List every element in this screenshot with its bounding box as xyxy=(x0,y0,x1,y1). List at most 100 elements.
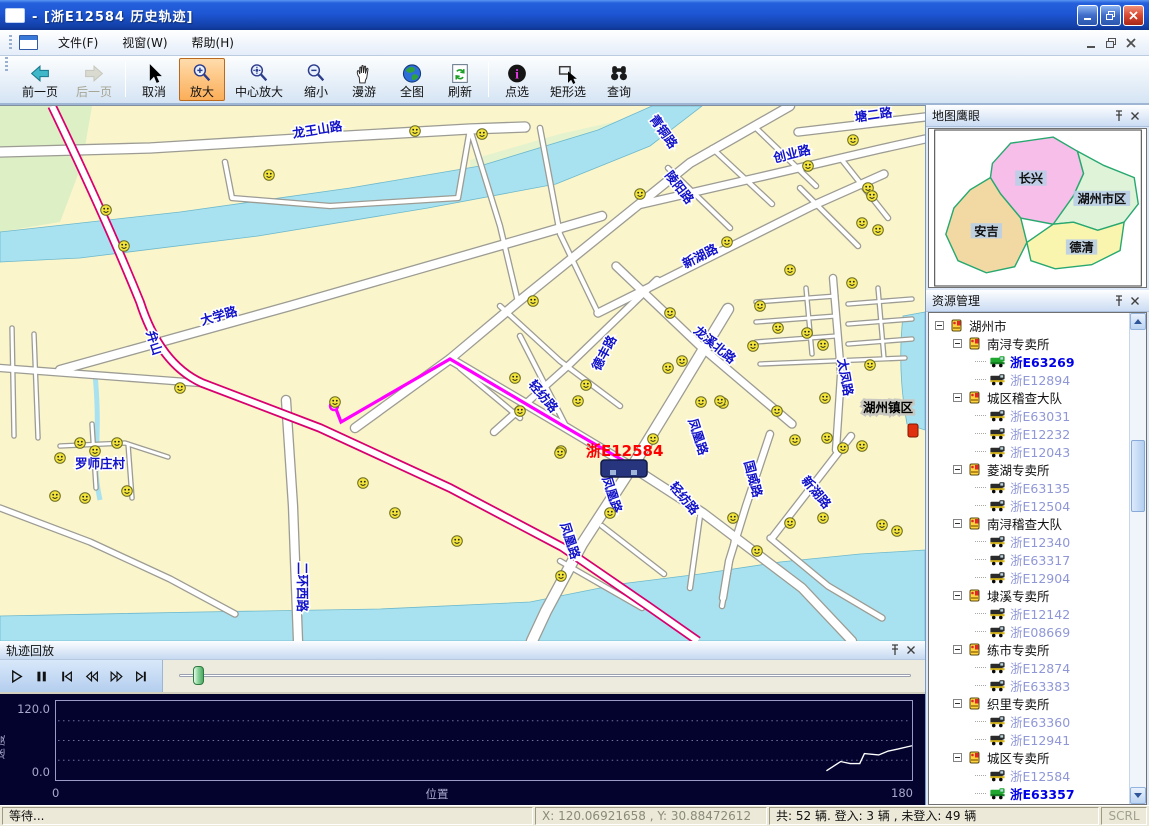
tree-item-浙E12340[interactable]: 浙E12340 xyxy=(933,532,1129,550)
playback-slider[interactable] xyxy=(163,660,925,692)
tree-item-织里专卖所[interactable]: 织里专卖所 xyxy=(933,694,1129,712)
vehicle-marker-icon[interactable] xyxy=(358,478,369,489)
vehicle-marker-icon[interactable] xyxy=(122,486,133,497)
vehicle-marker-icon[interactable] xyxy=(873,225,884,236)
vehicle-marker-icon[interactable] xyxy=(75,438,86,449)
tree-item-南浔稽查大队[interactable]: 南浔稽查大队 xyxy=(933,514,1129,532)
scroll-up-button[interactable] xyxy=(1130,313,1146,330)
tree-collapse-toggle[interactable] xyxy=(953,645,962,654)
vehicle-marker-icon[interactable] xyxy=(510,373,521,384)
vehicle-marker-icon[interactable] xyxy=(477,129,488,140)
mdi-minimize-icon[interactable] xyxy=(1085,37,1097,49)
pin-button[interactable] xyxy=(887,643,903,658)
mdi-close-icon[interactable] xyxy=(1125,37,1137,49)
tree-item-浙E63317[interactable]: 浙E63317 xyxy=(933,550,1129,568)
scroll-down-button[interactable] xyxy=(1130,787,1146,804)
eagle-eye-close-button[interactable] xyxy=(1127,108,1143,123)
vehicle-marker-icon[interactable] xyxy=(857,218,868,229)
tree-item-浙E12232[interactable]: 浙E12232 xyxy=(933,424,1129,442)
fast-forward-button[interactable] xyxy=(104,664,129,688)
vehicle-marker-icon[interactable] xyxy=(848,135,859,146)
tree-collapse-toggle[interactable] xyxy=(953,591,962,600)
toolbar-button-next-page-arrow[interactable]: 后一页 xyxy=(68,58,120,101)
pin-button[interactable] xyxy=(1111,293,1127,308)
tree-item-浙E63357[interactable]: 浙E63357 xyxy=(933,784,1129,802)
toolbar-button-cursor-arrow[interactable]: 取消 xyxy=(131,58,177,101)
scrollbar-track[interactable] xyxy=(1130,330,1146,787)
vehicle-marker-icon[interactable] xyxy=(728,513,739,524)
vehicle-marker-icon[interactable] xyxy=(90,446,101,457)
tree-collapse-toggle[interactable] xyxy=(953,519,962,528)
vehicle-marker-icon[interactable] xyxy=(119,241,130,252)
menubar-grip[interactable] xyxy=(9,35,12,51)
tree-collapse-toggle[interactable] xyxy=(953,393,962,402)
vehicle-marker-icon[interactable] xyxy=(677,356,688,367)
resources-close-button[interactable] xyxy=(1127,293,1143,308)
tree-item-浙E63269[interactable]: 浙E63269 xyxy=(933,352,1129,370)
vehicle-marker-icon[interactable] xyxy=(55,453,66,464)
map-svg[interactable]: 龙王山路青铜路陵阳路塘二路创业路新湖路大学路弁山德丰路龙溪北路轻纺路太凤路凤凰路… xyxy=(0,106,925,641)
toolbar-button-refresh[interactable]: 刷新 xyxy=(437,58,483,101)
alert-marker-icon[interactable] xyxy=(908,424,918,437)
vehicle-marker-icon[interactable] xyxy=(877,520,888,531)
menu-help[interactable]: 帮助(H) xyxy=(180,30,246,55)
vehicle-marker-icon[interactable] xyxy=(556,571,567,582)
rewind-button[interactable] xyxy=(79,664,104,688)
tree-item-练市专卖所[interactable]: 练市专卖所 xyxy=(933,640,1129,658)
toolbar-button-rect-select[interactable]: 矩形选 xyxy=(542,58,594,101)
vehicle-marker-icon[interactable] xyxy=(112,438,123,449)
vehicle-marker-icon[interactable] xyxy=(330,397,341,408)
vehicle-marker-icon[interactable] xyxy=(755,301,766,312)
close-button[interactable] xyxy=(1123,5,1144,26)
vehicle-marker-icon[interactable] xyxy=(175,383,186,394)
tree-item-浙E12874[interactable]: 浙E12874 xyxy=(933,658,1129,676)
vehicle-marker-icon[interactable] xyxy=(772,406,783,417)
vehicle-marker-icon[interactable] xyxy=(820,393,831,404)
vehicle-marker-icon[interactable] xyxy=(390,508,401,519)
pin-button[interactable] xyxy=(1111,108,1127,123)
vehicle-marker-icon[interactable] xyxy=(748,341,759,352)
tree-collapse-toggle[interactable] xyxy=(953,753,962,762)
vehicle-marker-icon[interactable] xyxy=(722,237,733,248)
tree-item-浙E12504[interactable]: 浙E12504 xyxy=(933,496,1129,514)
toolbar-button-zoom-in[interactable]: 放大 xyxy=(179,58,225,101)
vehicle-marker-icon[interactable] xyxy=(773,323,784,334)
vehicle-marker-icon[interactable] xyxy=(865,360,876,371)
vehicle-marker-icon[interactable] xyxy=(802,328,813,339)
vehicle-marker-icon[interactable] xyxy=(581,380,592,391)
vehicle-marker-icon[interactable] xyxy=(663,363,674,374)
tree-collapse-toggle[interactable] xyxy=(953,339,962,348)
tree-item-南浔专卖所[interactable]: 南浔专卖所 xyxy=(933,334,1129,352)
vehicle-marker-icon[interactable] xyxy=(665,308,676,319)
tree-collapse-toggle[interactable] xyxy=(935,321,944,330)
vehicle-marker-icon[interactable] xyxy=(696,397,707,408)
vehicle-marker-icon[interactable] xyxy=(452,536,463,547)
document-icon[interactable] xyxy=(19,35,38,50)
toolbar-button-globe[interactable]: 全图 xyxy=(389,58,435,101)
vehicle-marker-icon[interactable] xyxy=(528,296,539,307)
vehicle-marker-icon[interactable] xyxy=(555,448,566,459)
eagle-eye-minimap[interactable]: 长兴湖州市区安吉德清 xyxy=(928,128,1147,288)
vehicle-marker-icon[interactable] xyxy=(785,265,796,276)
tree-item-浙E12941[interactable]: 浙E12941 xyxy=(933,730,1129,748)
tree-item-浙E63031[interactable]: 浙E63031 xyxy=(933,406,1129,424)
tree-item-浙E08669[interactable]: 浙E08669 xyxy=(933,622,1129,640)
tree-item-浙E12894[interactable]: 浙E12894 xyxy=(933,370,1129,388)
play-button[interactable] xyxy=(4,664,29,688)
menu-file[interactable]: 文件(F) xyxy=(46,30,110,55)
toolbar-button-info-select[interactable]: i点选 xyxy=(494,58,540,101)
tree-item-湖州市[interactable]: 湖州市 xyxy=(933,316,1129,334)
minimize-button[interactable] xyxy=(1077,5,1098,26)
tree-item-埭溪专卖所[interactable]: 埭溪专卖所 xyxy=(933,586,1129,604)
tracked-vehicle-icon[interactable] xyxy=(601,460,647,477)
vehicle-marker-icon[interactable] xyxy=(410,126,421,137)
toolbar-button-prev-page-arrow[interactable]: 前一页 xyxy=(14,58,66,101)
tree-collapse-toggle[interactable] xyxy=(953,699,962,708)
toolbar-button-zoom-center[interactable]: 中心放大 xyxy=(227,58,291,101)
mdi-restore-icon[interactable] xyxy=(1105,37,1117,49)
restore-button[interactable] xyxy=(1100,5,1121,26)
tree-item-浙E12584[interactable]: 浙E12584 xyxy=(933,766,1129,784)
tree-scrollbar[interactable] xyxy=(1129,313,1146,804)
tree-item-浙E63360[interactable]: 浙E63360 xyxy=(933,712,1129,730)
tree-item-浙E12142[interactable]: 浙E12142 xyxy=(933,604,1129,622)
